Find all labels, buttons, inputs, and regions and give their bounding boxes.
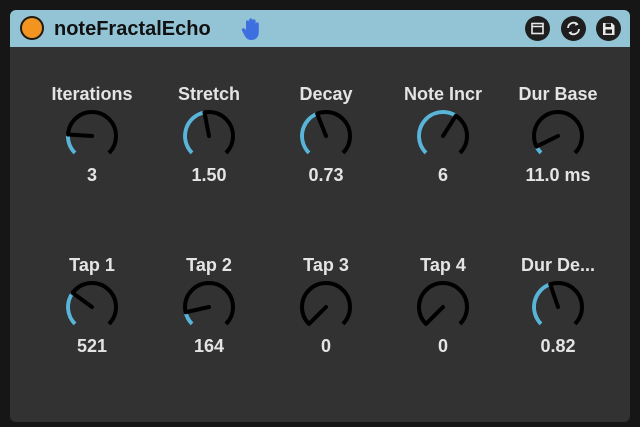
knob-tap-1: Tap 1 521	[34, 255, 150, 375]
knob-value: 164	[193, 336, 225, 356]
knob-needle	[315, 111, 328, 138]
device-title: noteFractalEcho	[54, 18, 211, 40]
knob-needle	[183, 305, 211, 315]
knob-needle	[441, 113, 458, 138]
knob-label: Dur Base	[518, 84, 598, 104]
knob-needle	[548, 282, 560, 309]
knob-level-arc	[300, 111, 319, 155]
knob-dur-decay-dial[interactable]	[530, 279, 586, 335]
knob-label: Tap 1	[69, 255, 115, 275]
knob-iterations: Iterations 3	[34, 84, 150, 204]
knob-dur-base-dial[interactable]	[530, 108, 586, 164]
knob-dur-base: Dur Base 11.0 ms	[500, 84, 616, 204]
knob-stretch-dial[interactable]	[181, 108, 237, 164]
knob-label: Tap 2	[186, 255, 232, 275]
power-button-icon[interactable]	[20, 16, 44, 40]
knob-tap-4-dial[interactable]	[415, 279, 471, 335]
knob-track	[417, 281, 469, 326]
knob-tap-4: Tap 4 0	[385, 255, 501, 375]
knob-iterations-dial[interactable]	[64, 108, 120, 164]
knob-label: Iterations	[51, 84, 133, 104]
knob-decay: Decay 0.73	[268, 84, 384, 204]
knob-level-arc	[66, 134, 77, 155]
knob-track	[66, 281, 118, 326]
knob-level-arc	[417, 110, 457, 155]
knob-needle	[66, 132, 94, 138]
knob-label: Dur De...	[520, 255, 595, 275]
knob-level-arc	[66, 291, 77, 326]
knob-label: Tap 4	[420, 255, 466, 275]
hand-icon[interactable]	[240, 17, 262, 41]
knob-needle	[534, 134, 560, 149]
refresh-icon[interactable]	[561, 16, 586, 41]
knob-value: 1.50	[191, 165, 227, 185]
knob-value: 0	[437, 336, 448, 356]
knob-note-incr: Note Incr 6	[385, 84, 501, 204]
knob-stretch: Stretch 1.50	[151, 84, 267, 204]
knob-value: 0	[320, 336, 331, 356]
knob-level-arc	[532, 282, 551, 326]
knob-tap-3: Tap 3 0	[268, 255, 384, 375]
knob-tap-2-dial[interactable]	[181, 279, 237, 335]
device-titlebar: noteFractalEcho	[10, 10, 630, 47]
knob-track	[183, 281, 235, 326]
knob-value: 6	[437, 165, 448, 185]
window-icon[interactable]	[525, 16, 550, 41]
knob-value: 521	[76, 336, 108, 356]
knob-value: 0.82	[540, 336, 576, 356]
knob-level-arc	[183, 110, 205, 155]
knob-dur-decay: Dur De... 0.82	[500, 255, 616, 375]
knob-tap-1-dial[interactable]	[64, 279, 120, 335]
knob-label: Stretch	[177, 84, 240, 104]
save-icon[interactable]	[596, 16, 621, 41]
knob-needle	[307, 305, 328, 326]
knob-needle	[202, 110, 211, 138]
knob-needle	[424, 305, 445, 326]
knob-label: Decay	[299, 84, 353, 104]
knob-tap-3-dial[interactable]	[298, 279, 354, 335]
knob-value: 11.0 ms	[525, 165, 591, 185]
knob-track	[300, 281, 352, 326]
knob-tap-2: Tap 2 164	[151, 255, 267, 375]
knob-decay-dial[interactable]	[298, 108, 354, 164]
knob-track	[66, 110, 118, 155]
device-panel: noteFractalEcho Iterations 3 Stretch 1.5…	[10, 10, 630, 422]
knob-value: 0.73	[308, 165, 344, 185]
knob-value: 3	[86, 165, 97, 185]
knob-label: Note Incr	[403, 84, 482, 104]
knob-needle	[70, 290, 94, 309]
knob-note-incr-dial[interactable]	[415, 108, 471, 164]
knob-track	[532, 110, 584, 155]
knob-label: Tap 3	[303, 255, 349, 275]
